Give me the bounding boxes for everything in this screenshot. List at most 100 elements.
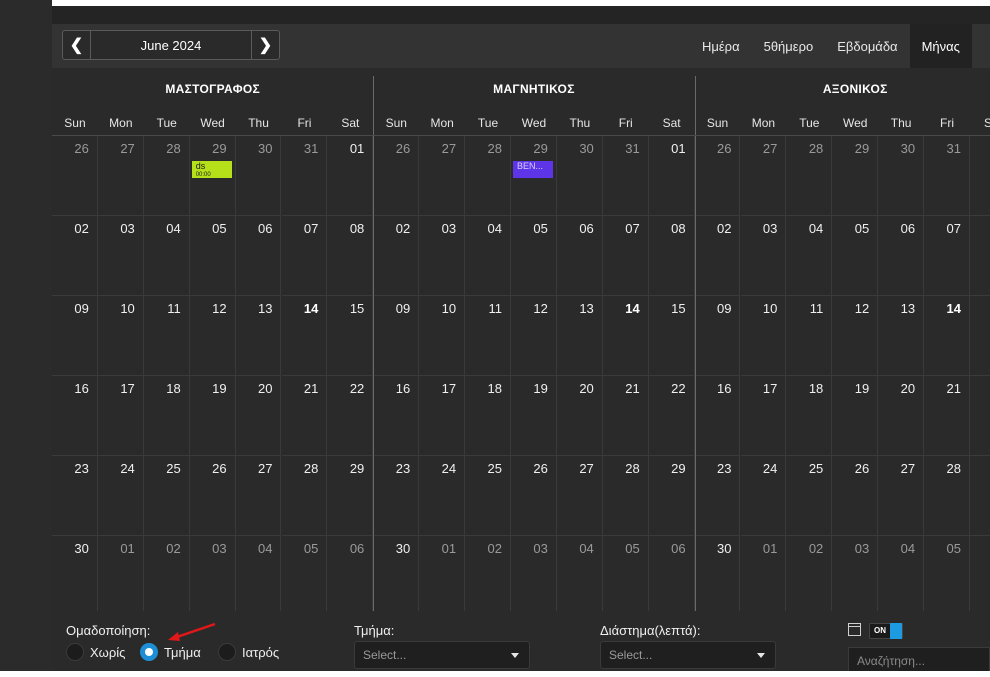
- day-cell[interactable]: 04: [557, 536, 603, 611]
- day-cell[interactable]: 27: [419, 136, 466, 216]
- day-cell[interactable]: 26: [832, 456, 879, 536]
- day-cell[interactable]: 21: [602, 376, 649, 456]
- day-cell[interactable]: 28: [465, 136, 511, 216]
- radio-button[interactable]: [66, 643, 84, 661]
- day-cell[interactable]: 19: [832, 376, 879, 456]
- day-cell[interactable]: 25: [143, 456, 190, 536]
- day-cell[interactable]: 10: [740, 296, 787, 376]
- day-cell[interactable]: 04: [143, 216, 190, 296]
- department-select[interactable]: Select...: [354, 641, 530, 669]
- day-cell[interactable]: 13: [878, 296, 925, 376]
- view-tab[interactable]: Εβδομάδα: [825, 24, 909, 68]
- day-cell[interactable]: 21: [924, 376, 970, 456]
- day-cell[interactable]: 30: [695, 536, 741, 611]
- day-cell[interactable]: 22: [327, 376, 374, 456]
- day-cell[interactable]: 21: [281, 376, 328, 456]
- day-cell[interactable]: 29: [832, 136, 879, 216]
- day-cell[interactable]: 08: [648, 216, 695, 296]
- day-cell[interactable]: 30: [52, 536, 98, 611]
- day-cell[interactable]: 04: [236, 536, 282, 611]
- day-cell[interactable]: 15: [970, 296, 990, 376]
- day-cell[interactable]: 29: [327, 456, 374, 536]
- day-cell[interactable]: 06: [970, 536, 990, 611]
- grouping-option[interactable]: Ιατρός: [218, 643, 279, 661]
- day-cell[interactable]: 14: [602, 296, 649, 376]
- day-cell[interactable]: 17: [419, 376, 466, 456]
- day-cell[interactable]: 05: [832, 216, 879, 296]
- day-cell[interactable]: 19: [511, 376, 557, 456]
- day-cell[interactable]: 24: [740, 456, 787, 536]
- day-cell[interactable]: 16: [373, 376, 420, 456]
- day-cell[interactable]: 13: [556, 296, 603, 376]
- day-cell[interactable]: 23: [694, 456, 741, 536]
- day-cell[interactable]: 26: [373, 136, 420, 216]
- day-cell[interactable]: 03: [832, 536, 879, 611]
- day-cell[interactable]: 07: [924, 216, 970, 296]
- day-cell[interactable]: 27: [235, 456, 282, 536]
- interval-select[interactable]: Select...: [600, 641, 776, 669]
- day-cell[interactable]: 24: [419, 456, 466, 536]
- day-cell[interactable]: 31: [281, 136, 328, 216]
- day-cell[interactable]: 14: [924, 296, 970, 376]
- day-cell[interactable]: 11: [143, 296, 190, 376]
- day-cell[interactable]: 18: [465, 376, 511, 456]
- calendar-event[interactable]: BEN...: [513, 161, 553, 178]
- day-cell[interactable]: 28: [786, 136, 833, 216]
- day-cell[interactable]: 01: [648, 136, 695, 216]
- day-cell[interactable]: 05: [189, 216, 236, 296]
- day-cell[interactable]: 03: [511, 536, 557, 611]
- day-cell[interactable]: 30: [373, 536, 420, 611]
- radio-button[interactable]: [140, 643, 158, 661]
- day-cell[interactable]: 30: [556, 136, 603, 216]
- day-cell[interactable]: 24: [97, 456, 144, 536]
- calendar-event[interactable]: ds 00:00: [191, 161, 232, 178]
- day-cell[interactable]: 27: [97, 136, 144, 216]
- day-cell[interactable]: 06: [235, 216, 282, 296]
- view-tab[interactable]: Μήνας: [909, 24, 972, 68]
- day-cell[interactable]: 11: [465, 296, 511, 376]
- day-cell[interactable]: 27: [556, 456, 603, 536]
- day-cell[interactable]: 22: [970, 376, 990, 456]
- day-cell[interactable]: 15: [327, 296, 374, 376]
- day-cell[interactable]: 29: [970, 456, 990, 536]
- day-cell[interactable]: 20: [235, 376, 282, 456]
- view-tab[interactable]: 5θήμερο: [752, 24, 826, 68]
- day-cell[interactable]: 23: [52, 456, 98, 536]
- day-cell[interactable]: 22: [648, 376, 695, 456]
- grouping-option[interactable]: Τμήμα: [140, 643, 201, 661]
- day-cell[interactable]: 27: [878, 456, 925, 536]
- day-cell[interactable]: 16: [52, 376, 98, 456]
- day-cell[interactable]: 05: [924, 536, 970, 611]
- day-cell[interactable]: 31: [602, 136, 649, 216]
- radio-button[interactable]: [218, 643, 236, 661]
- day-cell[interactable]: 25: [465, 456, 511, 536]
- day-cell[interactable]: 27: [740, 136, 787, 216]
- day-cell[interactable]: 12: [511, 296, 557, 376]
- day-cell[interactable]: 05: [603, 536, 649, 611]
- day-cell[interactable]: 09: [373, 296, 420, 376]
- day-cell[interactable]: 26: [189, 456, 236, 536]
- day-cell[interactable]: 02: [52, 216, 98, 296]
- day-cell[interactable]: 26: [52, 136, 98, 216]
- day-cell[interactable]: 08: [970, 216, 990, 296]
- day-cell[interactable]: 07: [281, 216, 328, 296]
- previous-month-button[interactable]: ❮: [63, 31, 91, 59]
- day-cell[interactable]: 02: [465, 536, 511, 611]
- day-cell[interactable]: 02: [694, 216, 741, 296]
- day-cell[interactable]: 09: [694, 296, 741, 376]
- day-cell[interactable]: 04: [878, 536, 925, 611]
- day-cell[interactable]: 30: [878, 136, 925, 216]
- day-cell[interactable]: 06: [649, 536, 695, 611]
- view-tab[interactable]: Ημέρα: [690, 24, 752, 68]
- day-cell[interactable]: 07: [602, 216, 649, 296]
- day-cell[interactable]: 28: [602, 456, 649, 536]
- day-cell[interactable]: 10: [97, 296, 144, 376]
- day-cell[interactable]: 28: [281, 456, 328, 536]
- day-cell[interactable]: 02: [786, 536, 833, 611]
- day-cell[interactable]: 03: [419, 216, 466, 296]
- day-cell[interactable]: 15: [648, 296, 695, 376]
- day-cell[interactable]: 26: [694, 136, 741, 216]
- day-cell[interactable]: 01: [98, 536, 144, 611]
- day-cell[interactable]: 30: [235, 136, 282, 216]
- day-cell[interactable]: 03: [97, 216, 144, 296]
